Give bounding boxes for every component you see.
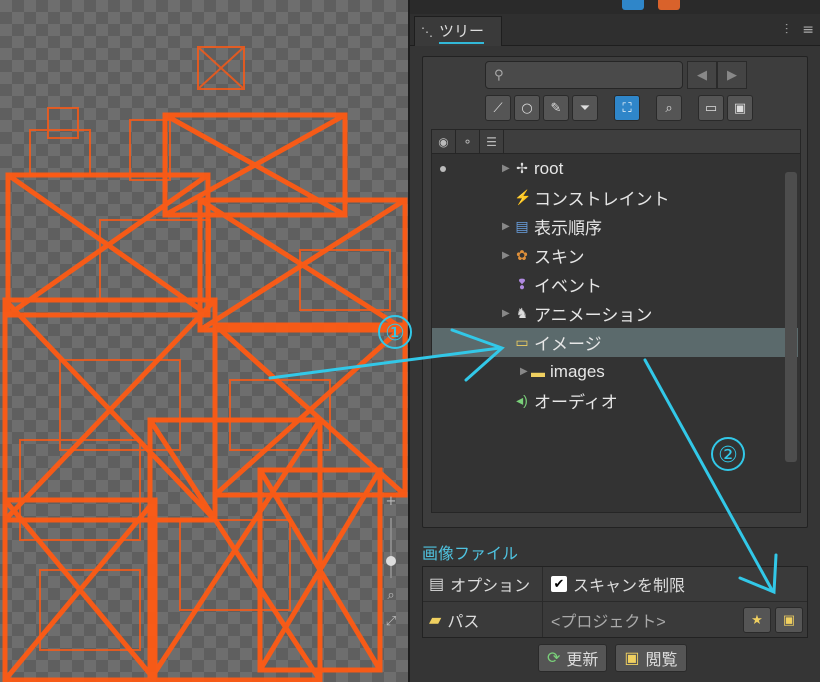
browse-button-label: 閲覧 [645, 652, 678, 669]
refresh-button-label: 更新 [566, 652, 599, 669]
folder-icon: ▬ [531, 363, 545, 380]
search-icon: ⚲ [494, 67, 504, 83]
folder-icon: ▭ [515, 334, 529, 350]
tab-icons: ⫶ ≡ [785, 22, 814, 38]
options-row: ▤ オプション ✔ スキャンを制限 [423, 566, 807, 602]
window-icon[interactable]: ▭ [698, 95, 724, 121]
options-value[interactable]: ✔ スキャンを制限 [543, 567, 807, 602]
tree-row[interactable]: ▶ ✢ root [432, 154, 798, 183]
section-title: 画像ファイル [422, 546, 519, 563]
eye-icon[interactable]: ◉ [432, 130, 456, 154]
tab-tree[interactable]: ⋱ ツリー [414, 16, 502, 46]
tree-row[interactable]: ▶ ♞ アニメーション [432, 299, 798, 328]
app-window: + ⌕ ⤢ ⋱ ツリー ⫶ ≡ ⚲ ◀ ▶ ⟋ ○ ✎ ⏷ ⛶ ⌕ ▭ ▣ ◉ … [0, 0, 820, 682]
tree-row-label: コンストレイント [534, 190, 670, 209]
focus-select-icon[interactable]: ⛶ [614, 95, 640, 121]
expand-arrow-icon[interactable]: ▶ [502, 221, 510, 232]
event-icon: ❢ [516, 276, 528, 292]
tree-row-label: root [534, 158, 564, 178]
tree-icon: ⋱ [421, 24, 433, 39]
tree-row[interactable]: ▶ ▬ images [432, 357, 798, 386]
path-value-text: <プロジェクト> [551, 613, 666, 631]
tree-row[interactable]: ◂) オーディオ [432, 386, 798, 415]
limit-scan-checkbox[interactable]: ✔ [551, 576, 567, 592]
tree-header: ◉ ⚬ ☰ [432, 130, 800, 154]
menu-icon[interactable]: ≡ [802, 22, 814, 38]
tree-scrollbar[interactable] [785, 172, 797, 462]
draw-order-icon: ▤ [515, 218, 529, 234]
crosshair-icon: ✢ [516, 160, 528, 176]
next-arrow-icon[interactable]: ▶ [717, 61, 747, 89]
tree-row-label: スキン [534, 248, 585, 267]
tree-row[interactable]: ▶ ✿ スキン [432, 241, 798, 270]
funnel-filter-icon[interactable]: ⏷ [572, 95, 598, 121]
key-icon[interactable]: ⚬ [456, 130, 480, 154]
top-toolbar [410, 0, 820, 14]
settings-sliders-icon[interactable]: ⫶ [785, 22, 789, 38]
browse-button[interactable]: ▣ 閲覧 [615, 644, 687, 672]
viewport-tools: + ⌕ ⤢ [380, 492, 402, 630]
toolbar-button-icon[interactable] [622, 0, 644, 10]
options-key: ▤ オプション [423, 566, 543, 602]
tree-row-label: イメージ [534, 335, 602, 354]
path-row: ▰ パス <プロジェクト> ★ ▣ [423, 602, 807, 637]
tree-view[interactable]: ◉ ⚬ ☰ ▶ ✢ root ⚡ コンストレイント ▶ ▤ 表示順序 ▶ ✿ ス… [431, 129, 801, 513]
tree-row-label: アニメーション [534, 306, 653, 325]
toolbar-button-icon[interactable] [658, 0, 680, 10]
hierarchy-icon[interactable]: ☰ [480, 130, 504, 154]
properties-table: ▤ オプション ✔ スキャンを制限 ▰ パス <プロジェクト> ★ ▣ [422, 566, 808, 638]
search-nav: ◀ ▶ [687, 61, 747, 89]
screenshot-icon[interactable]: ▣ [727, 95, 753, 121]
attachment-filter-icon[interactable]: ✎ [543, 95, 569, 121]
viewport[interactable]: + ⌕ ⤢ [0, 0, 408, 682]
expand-arrow-icon[interactable]: ▶ [520, 366, 528, 377]
expand-arrow-icon[interactable]: ▶ [502, 308, 510, 319]
tree-row[interactable]: ▶ ▤ 表示順序 [432, 212, 798, 241]
tree-row-label: イベント [534, 277, 602, 296]
constraint-icon: ⚡ [514, 189, 532, 205]
tab-tree-label: ツリー [439, 20, 485, 44]
path-value[interactable]: <プロジェクト> ★ ▣ [543, 602, 807, 637]
options-icon: ▤ [429, 576, 445, 593]
tree-row-selected[interactable]: ▭ イメージ [432, 328, 798, 357]
tree-row[interactable]: ❢ イベント [432, 270, 798, 299]
search-box[interactable]: ⚲ [485, 61, 683, 89]
bone-filter-icon[interactable]: ⟋ [485, 95, 511, 121]
missing-images-overlay [2, 46, 408, 682]
visibility-dot[interactable] [440, 165, 446, 172]
previous-arrow-icon[interactable]: ◀ [687, 61, 717, 89]
browse-icon: ▣ [624, 650, 640, 667]
expand-arrow-icon[interactable]: ▶ [502, 163, 510, 174]
tree-row-label: オーディオ [534, 393, 618, 412]
skin-icon: ✿ [516, 247, 528, 263]
options-key-label: オプション [450, 578, 531, 595]
refresh-button[interactable]: ⟳ 更新 [538, 644, 608, 672]
animation-icon: ♞ [515, 305, 529, 321]
tree-row-label: 表示順序 [534, 219, 602, 238]
expand-arrow-icon[interactable]: ▶ [502, 250, 510, 261]
favorite-star-icon[interactable]: ★ [743, 606, 771, 633]
tree-row-label: images [550, 361, 605, 381]
filter-toolbar: ⟋ ○ ✎ ⏷ ⛶ ⌕ ▭ ▣ [485, 95, 753, 121]
tree-panel: ⋱ ツリー ⫶ ≡ ⚲ ◀ ▶ ⟋ ○ ✎ ⏷ ⛶ ⌕ ▭ ▣ ◉ ⚬ ☰ ▶ … [408, 0, 820, 682]
limit-scan-label: スキャンを制限 [573, 578, 686, 595]
fit-view-icon[interactable]: ⤢ [382, 612, 400, 630]
search-input[interactable] [509, 67, 670, 83]
tree-container: ⚲ ◀ ▶ ⟋ ○ ✎ ⏷ ⛶ ⌕ ▭ ▣ ◉ ⚬ ☰ ▶ ✢ root ⚡ コ… [422, 56, 808, 528]
action-buttons: ⟳ 更新 ▣ 閲覧 [538, 644, 687, 672]
path-key-label: パス [447, 613, 480, 631]
tab-bar: ⋱ ツリー ⫶ ≡ [410, 14, 820, 46]
zoom-slider-knob[interactable] [386, 556, 396, 566]
tree-row[interactable]: ⚡ コンストレイント [432, 183, 798, 212]
refresh-icon: ⟳ [547, 650, 561, 667]
path-key: ▰ パス [423, 602, 543, 637]
circle-filter-icon[interactable]: ○ [514, 95, 540, 121]
audio-icon: ◂) [516, 392, 528, 408]
find-replace-icon[interactable]: ⌕ [656, 95, 682, 121]
zoom-in-icon[interactable]: + [382, 492, 400, 510]
zoom-slider[interactable] [386, 518, 396, 578]
zoom-search-icon[interactable]: ⌕ [382, 586, 400, 604]
folder-open-icon: ▰ [429, 611, 442, 629]
browse-folder-icon[interactable]: ▣ [775, 606, 803, 633]
